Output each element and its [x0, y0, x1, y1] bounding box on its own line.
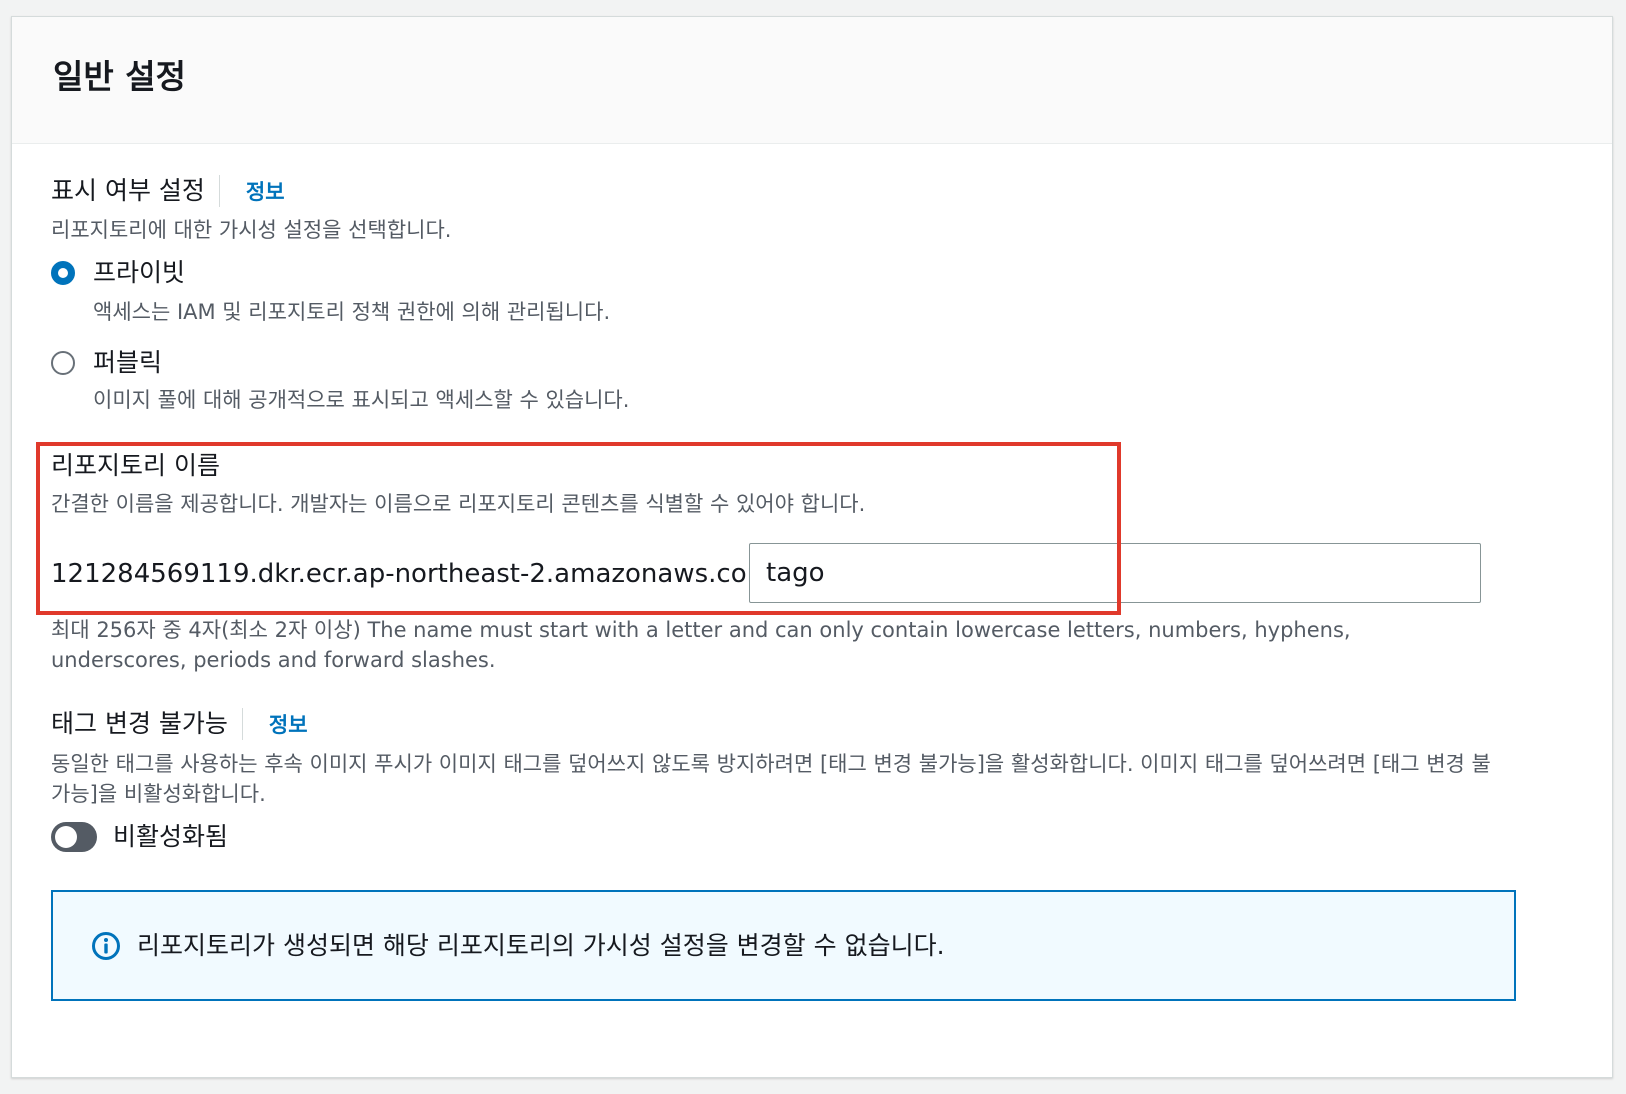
radio-option-public[interactable]: 퍼블릭	[51, 348, 162, 378]
repository-name-constraint: 최대 256자 중 4자(최소 2자 이상) The name must sta…	[51, 618, 1351, 672]
public-radio[interactable]	[51, 351, 75, 375]
info-alert-text: 리포지토리가 생성되면 해당 리포지토리의 가시성 설정을 변경할 수 없습니다…	[137, 930, 945, 960]
repository-uri-prefix: 121284569119.dkr.ecr.ap-northeast-2.amaz…	[51, 559, 781, 589]
public-description: 이미지 풀에 대해 공개적으로 표시되고 액세스할 수 있습니다.	[93, 388, 630, 412]
visibility-label-row: 표시 여부 설정 정보	[51, 175, 285, 207]
toggle-knob	[55, 826, 77, 848]
tag-immutability-toggle-label[interactable]: 비활성화됨	[113, 822, 228, 852]
info-divider	[218, 175, 220, 207]
visibility-description: 리포지토리에 대한 가시성 설정을 선택합니다.	[51, 218, 452, 242]
tag-immutability-toggle-row[interactable]: 비활성화됨	[51, 822, 228, 852]
public-radio-label[interactable]: 퍼블릭	[93, 348, 162, 378]
tag-immutability-info-link[interactable]: 정보	[269, 709, 308, 739]
panel-title: 일반 설정	[53, 57, 186, 96]
private-radio[interactable]	[51, 261, 75, 285]
private-radio-label[interactable]: 프라이빗	[93, 258, 185, 288]
private-description: 액세스는 IAM 및 리포지토리 정책 권한에 의해 관리됩니다.	[93, 300, 611, 324]
visibility-info-link[interactable]: 정보	[246, 176, 285, 206]
tag-immutability-label-row: 태그 변경 불가능 정보	[51, 708, 308, 740]
tag-immutability-toggle[interactable]	[51, 822, 97, 852]
info-alert: 리포지토리가 생성되면 해당 리포지토리의 가시성 설정을 변경할 수 없습니다…	[51, 890, 1516, 1001]
info-icon	[92, 931, 120, 960]
tag-immutability-description: 동일한 태그를 사용하는 후속 이미지 푸시가 이미지 태그를 덮어쓰지 않도록…	[51, 752, 1491, 806]
repository-name-input[interactable]	[749, 543, 1481, 603]
general-settings-panel: 일반 설정 표시 여부 설정 정보 리포지토리에 대한 가시성 설정을 선택합니…	[11, 16, 1613, 1078]
repository-name-description: 간결한 이름을 제공합니다. 개발자는 이름으로 리포지토리 콘텐츠를 식별할 …	[51, 492, 866, 516]
info-divider	[241, 708, 243, 740]
repository-name-label: 리포지토리 이름	[51, 451, 220, 480]
visibility-label: 표시 여부 설정	[51, 176, 205, 205]
radio-option-private[interactable]: 프라이빗	[51, 258, 185, 288]
tag-immutability-label: 태그 변경 불가능	[51, 709, 228, 738]
panel-header: 일반 설정	[12, 17, 1612, 144]
